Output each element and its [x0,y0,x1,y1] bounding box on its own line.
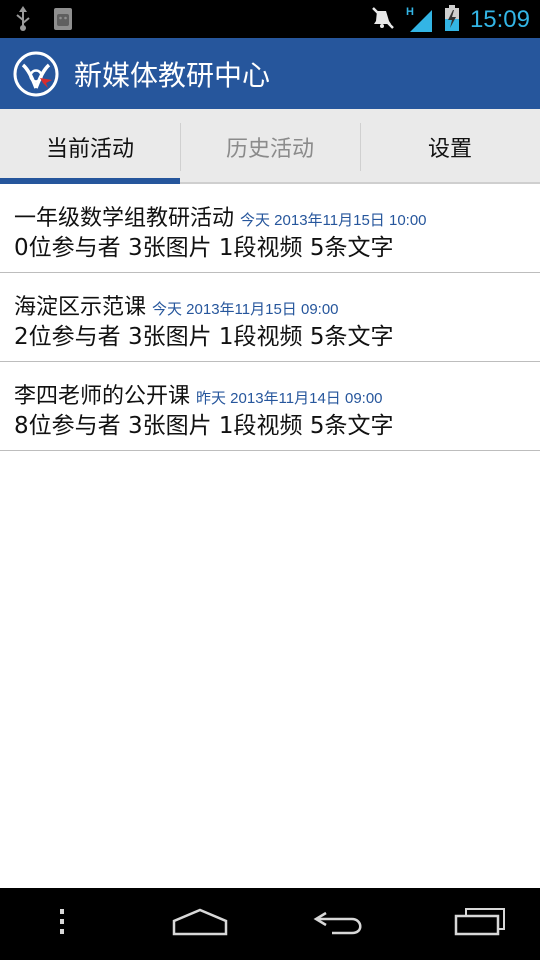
activity-summary: 8位参与者 3张图片 1段视频 5条文字 [14,413,394,439]
battery-charging-icon [444,4,460,36]
status-right-icons: H 15:09 [370,4,530,36]
app-title: 新媒体教研中心 [74,59,271,92]
tab-history-activities[interactable]: 历史活动 [180,109,360,184]
status-left-icons [14,6,74,36]
android-debug-icon [52,6,74,36]
list-item[interactable]: 李四老师的公开课 昨天 2013年11月14日 09:00 8位参与者 3张图片 … [0,362,540,451]
activity-datetime: 今天 2013年11月15日 10:00 [240,212,427,229]
activity-summary: 0位参与者 3张图片 1段视频 5条文字 [14,235,394,261]
tab-bar: 当前活动 历史活动 设置 [0,109,540,184]
back-button[interactable] [300,902,380,946]
tab-current-activities[interactable]: 当前活动 [0,109,180,184]
recent-apps-button[interactable] [440,902,520,946]
back-icon [312,907,368,941]
signal-icon: H [406,6,434,34]
menu-button[interactable] [40,902,84,946]
tab-label: 当前活动 [45,136,134,162]
silent-mode-icon [370,5,396,35]
recent-apps-icon [452,907,508,941]
list-item[interactable]: 海淀区示范课 今天 2013年11月15日 09:00 2位参与者 3张图片 1段… [0,273,540,362]
list-item[interactable]: 一年级数学组教研活动 今天 2013年11月15日 10:00 0位参与者 3张图… [0,184,540,273]
menu-icon [57,907,67,941]
app-logo-icon[interactable] [12,50,60,98]
home-icon [170,907,230,941]
navigation-bar [0,888,540,960]
activity-summary: 2位参与者 3张图片 1段视频 5条文字 [14,324,394,350]
tab-settings[interactable]: 设置 [360,109,540,184]
activity-list: 一年级数学组教研活动 今天 2013年11月15日 10:00 0位参与者 3张图… [0,184,540,451]
activity-datetime: 今天 2013年11月15日 09:00 [152,301,339,318]
tab-divider [360,123,361,171]
tab-label: 历史活动 [225,136,314,162]
home-button[interactable] [160,902,240,946]
usb-icon [14,6,32,36]
status-time: 15:09 [469,6,530,33]
status-bar: H 15:09 [0,0,540,38]
activity-datetime: 昨天 2013年11月14日 09:00 [196,390,383,407]
tab-label: 设置 [427,136,472,162]
action-bar: 新媒体教研中心 [0,38,540,109]
tab-divider [180,123,181,171]
